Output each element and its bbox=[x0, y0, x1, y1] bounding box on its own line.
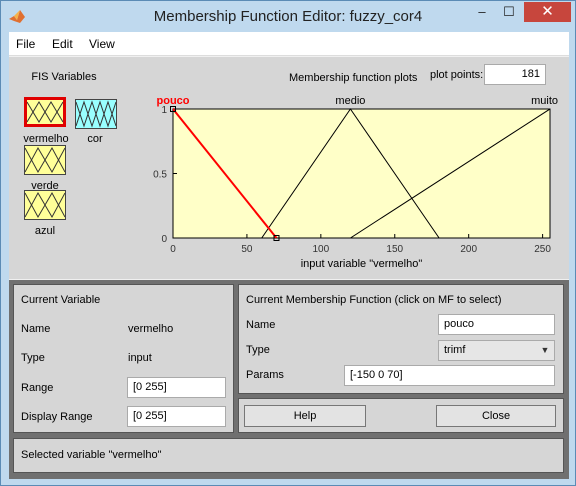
y-tick-label: 0.5 bbox=[153, 170, 167, 181]
mf-type-value: trimf bbox=[444, 344, 466, 356]
help-button[interactable]: Help bbox=[244, 405, 366, 427]
var-box-azul[interactable] bbox=[24, 190, 66, 220]
menu-view[interactable]: View bbox=[89, 37, 115, 51]
plot-points-label: plot points: bbox=[430, 69, 484, 81]
var-box-cor[interactable] bbox=[75, 99, 117, 129]
mf-label-medio[interactable]: medio bbox=[335, 95, 365, 107]
mf-label-pouco[interactable]: pouco bbox=[157, 95, 190, 107]
var-name-label: Name bbox=[21, 323, 51, 335]
close-button[interactable]: Close bbox=[436, 405, 556, 427]
mf-name-input[interactable]: pouco bbox=[438, 314, 555, 335]
mf-editor-window: Membership Function Editor: fuzzy_cor4 –… bbox=[0, 0, 576, 486]
x-tick-label: 0 bbox=[170, 244, 176, 255]
x-tick-label: 150 bbox=[386, 244, 403, 255]
status-text: Selected variable "vermelho" bbox=[21, 449, 162, 461]
display-range-label: Display Range bbox=[21, 411, 93, 423]
title-bar[interactable]: Membership Function Editor: fuzzy_cor4 –… bbox=[1, 1, 575, 32]
x-axis-label: input variable "vermelho" bbox=[301, 258, 423, 270]
current-mf-group: Current Membership Function (click on MF… bbox=[238, 284, 564, 394]
menu-edit[interactable]: Edit bbox=[52, 37, 73, 51]
plot-area bbox=[172, 108, 551, 239]
mf-name-label: Name bbox=[246, 319, 276, 331]
close-window-button[interactable]: ✕ bbox=[524, 2, 571, 22]
plot-title: Membership function plots bbox=[289, 72, 418, 84]
var-type-label: Type bbox=[21, 352, 45, 364]
var-box-vermelho[interactable] bbox=[24, 97, 66, 127]
status-bar: Selected variable "vermelho" bbox=[13, 438, 564, 473]
current-mf-heading: Current Membership Function (click on MF… bbox=[246, 294, 502, 306]
var-type-value: input bbox=[128, 352, 152, 364]
x-tick-label: 200 bbox=[460, 244, 477, 255]
mf-plot[interactable]: 0 50 100 150 200 25000.51input variable "verm… bbox=[139, 87, 559, 279]
display-range-input[interactable]: [0 255] bbox=[127, 406, 226, 427]
chevron-down-icon[interactable]: ▼ bbox=[538, 343, 552, 358]
maximize-button[interactable]: ☐ bbox=[496, 2, 522, 22]
params-label: Params bbox=[246, 369, 284, 381]
mf-type-select[interactable]: trimf ▼ bbox=[438, 340, 555, 361]
mf-label-muito[interactable]: muito bbox=[531, 95, 558, 107]
mf-type-label: Type bbox=[246, 344, 270, 356]
range-label: Range bbox=[21, 382, 54, 394]
menu-bar: File Edit View bbox=[9, 32, 569, 56]
var-label-azul: azul bbox=[34, 225, 56, 237]
var-label-cor: cor bbox=[87, 133, 103, 145]
mf-glyph-icon bbox=[75, 100, 117, 128]
menu-file[interactable]: File bbox=[16, 37, 35, 51]
x-tick-label: 250 bbox=[534, 244, 551, 255]
y-tick-label: 0 bbox=[161, 234, 167, 245]
client-area: File Edit View FIS Variables vermelho co… bbox=[9, 32, 569, 479]
x-tick-label: 100 bbox=[312, 244, 329, 255]
current-variable-heading: Current Variable bbox=[21, 294, 101, 306]
params-input[interactable]: [-150 0 70] bbox=[344, 365, 555, 386]
range-input[interactable]: [0 255] bbox=[127, 377, 226, 398]
mf-glyph-icon bbox=[24, 191, 66, 219]
fis-variables-heading: FIS Variables bbox=[31, 71, 97, 83]
mf-glyph-icon bbox=[26, 101, 64, 123]
plot-points-input[interactable]: 181 bbox=[484, 64, 546, 85]
var-box-verde[interactable] bbox=[24, 145, 66, 175]
bottom-panel: Current Variable Name vermelho Type inpu… bbox=[9, 280, 569, 479]
minimize-button[interactable]: – bbox=[469, 2, 495, 22]
buttons-group: Help Close bbox=[238, 398, 564, 433]
x-tick-label: 50 bbox=[241, 244, 253, 255]
var-name-value: vermelho bbox=[128, 323, 174, 335]
current-variable-group: Current Variable Name vermelho Type inpu… bbox=[13, 284, 234, 433]
mf-glyph-icon bbox=[24, 146, 66, 174]
